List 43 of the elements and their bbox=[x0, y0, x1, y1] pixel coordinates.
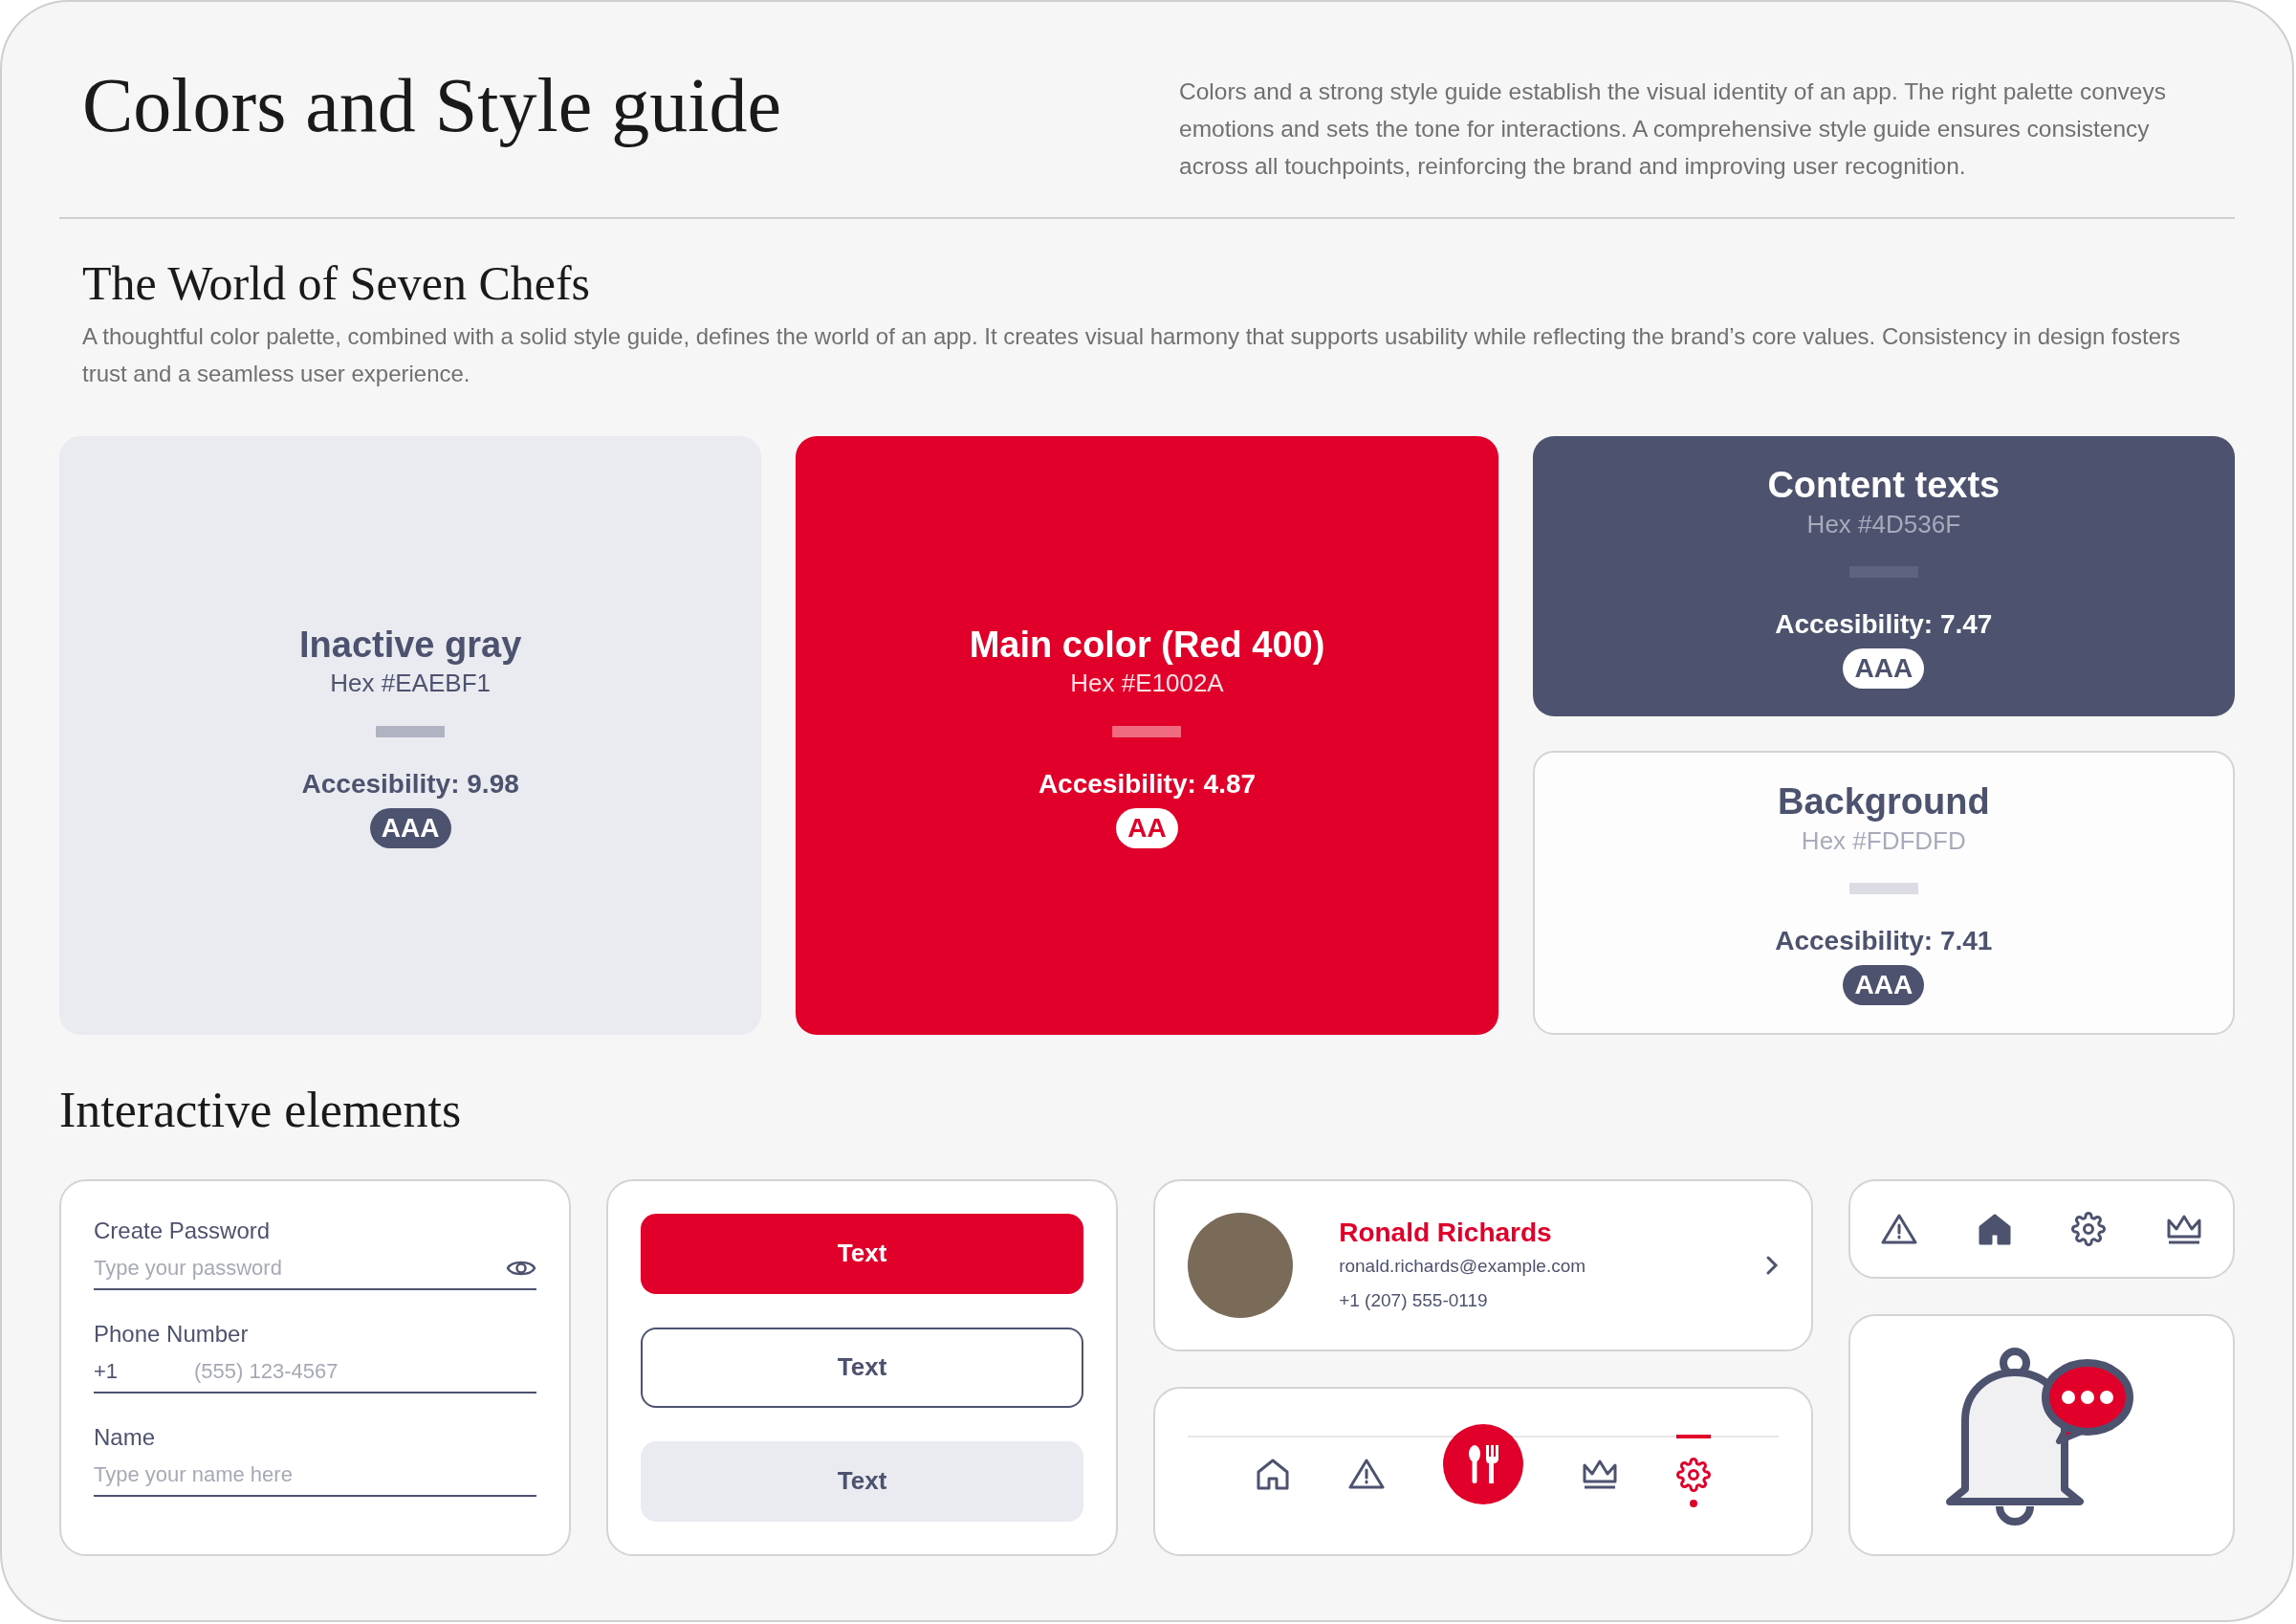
rating-badge: AAA bbox=[369, 807, 451, 848]
settings-icon[interactable] bbox=[2071, 1211, 2107, 1246]
profile-name: Ronald Richards bbox=[1339, 1216, 1553, 1249]
settings-icon[interactable] bbox=[1676, 1457, 1712, 1492]
field-label: Create Password bbox=[94, 1216, 272, 1245]
color-name: Main color (Red 400) bbox=[969, 623, 1325, 667]
page-title: Colors and Style guide bbox=[82, 67, 782, 149]
input-field[interactable]: Type your password bbox=[94, 1252, 507, 1284]
warning-icon[interactable] bbox=[1880, 1212, 1917, 1245]
home-icon[interactable] bbox=[1977, 1212, 2012, 1245]
country-code: +1 bbox=[94, 1358, 120, 1385]
hex-code: Hex #E1002A bbox=[1070, 668, 1224, 699]
input-field[interactable]: Type your name here bbox=[94, 1459, 537, 1490]
nav-item[interactable] bbox=[1676, 1434, 1712, 1507]
rating-badge: AAA bbox=[1843, 965, 1925, 1005]
accessibility-score: Accesibility: 7.41 bbox=[1775, 925, 1993, 957]
hex-code: Hex #EAEBF1 bbox=[330, 668, 491, 699]
chevron-right-icon[interactable] bbox=[1764, 1254, 1779, 1276]
section-title: The World of Seven Chefs bbox=[82, 255, 592, 312]
accessibility-score: Accesibility: 4.87 bbox=[1038, 767, 1257, 801]
field-label: Name bbox=[94, 1422, 157, 1452]
input-field[interactable]: (555) 123-4567 bbox=[194, 1355, 537, 1387]
home-icon[interactable] bbox=[1255, 1457, 1290, 1490]
field-label: Phone Number bbox=[94, 1319, 250, 1349]
text-button[interactable]: Text bbox=[641, 1213, 1084, 1294]
profile-phone: +1 (207) 555-0119 bbox=[1339, 1289, 1489, 1312]
text-button[interactable]: Text bbox=[641, 1440, 1084, 1522]
rating-badge: AA bbox=[1116, 807, 1178, 848]
section-description: A thoughtful color palette, combined with a solid style guide, defines the world of an app. It creates visual harmony that supports usability while reflecting the brand’s core values. Consistency in design fosters trust and a seamless user experience. bbox=[82, 321, 2182, 388]
rating-badge: AAA bbox=[1843, 648, 1925, 689]
accessibility-score: Accesibility: 9.98 bbox=[301, 767, 519, 801]
color-name: Background bbox=[1777, 780, 1990, 823]
hex-code: Hex #4D536F bbox=[1806, 508, 1961, 539]
warning-icon[interactable] bbox=[1347, 1457, 1385, 1490]
color-name: Content texts bbox=[1767, 464, 2001, 507]
section-title: Interactive elements bbox=[59, 1081, 463, 1139]
profile-card[interactable]: Ronald Richards ronald.richards@example.com +1 (207) 555-0119 bbox=[1153, 1178, 1813, 1351]
accessibility-score: Accesibility: 7.47 bbox=[1775, 608, 1993, 641]
text-button[interactable]: Text bbox=[641, 1327, 1084, 1408]
profile-email: ronald.richards@example.com bbox=[1339, 1254, 1587, 1278]
page-description: Colors and a strong style guide establish the visual identity of an app. The right palette conveys emotions and sets the tone for interactions. A comprehensive style guide ensures consistency across all touchpoints, reinforcing the brand and improving user recognition. bbox=[1179, 77, 2167, 181]
color-name: Inactive gray bbox=[299, 623, 522, 667]
hex-code: Hex #FDFDFD bbox=[1801, 824, 1966, 856]
